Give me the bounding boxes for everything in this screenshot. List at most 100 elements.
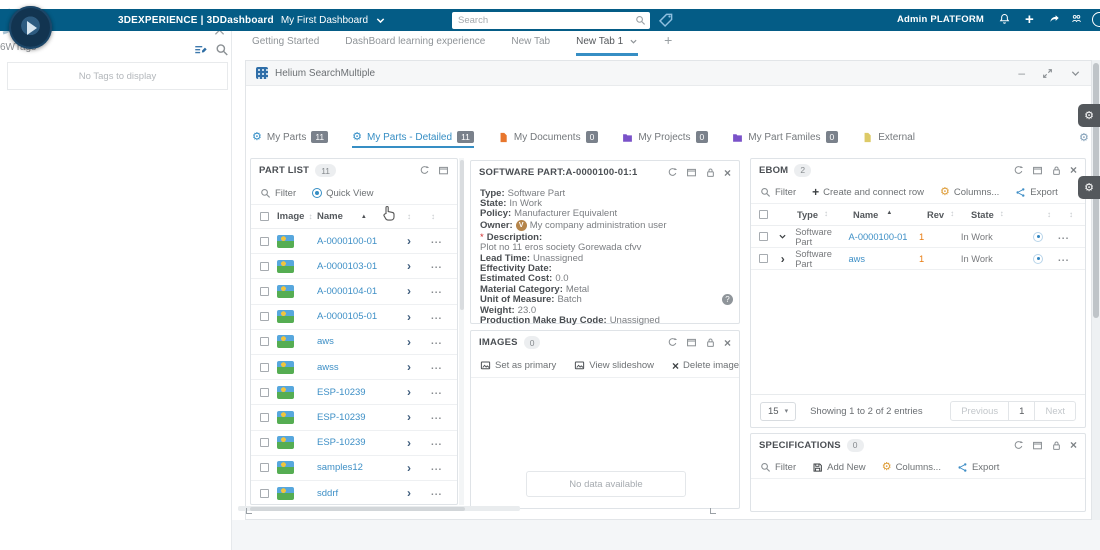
- sort-icon[interactable]: ↕: [950, 210, 954, 220]
- popup-window-icon[interactable]: [1032, 440, 1043, 451]
- resize-handle[interactable]: [710, 508, 716, 514]
- scrollbar-thumb[interactable]: [250, 507, 465, 511]
- row-menu-ellipsis-icon[interactable]: ...: [1058, 234, 1069, 240]
- columns-button[interactable]: ⚙ Columns...: [940, 187, 999, 198]
- part-row[interactable]: A-0000104-01 › ...: [251, 279, 457, 304]
- row-menu-ellipsis-icon[interactable]: ...: [431, 414, 442, 420]
- columns-button[interactable]: ⚙ Columns...: [882, 462, 941, 473]
- sort-icon[interactable]: ↕: [1000, 210, 1004, 220]
- scrollbar-thumb[interactable]: [460, 160, 464, 310]
- sort-icon[interactable]: ↕: [824, 210, 828, 220]
- part-name-link[interactable]: sddrf: [317, 488, 338, 499]
- refresh-icon[interactable]: [419, 165, 430, 176]
- part-name-link[interactable]: ESP-10239: [317, 387, 366, 398]
- widget-titlebar[interactable]: Helium SearchMultiple –: [246, 61, 1091, 86]
- expand-chevron-right-icon[interactable]: ›: [407, 261, 411, 271]
- tab-bar-settings-gear-icon[interactable]: ⚙: [1079, 133, 1089, 144]
- part-row[interactable]: A-0000100-01 › ...: [251, 229, 457, 254]
- ebom-row[interactable]: › Software Part aws 1 In Work ...: [751, 248, 1085, 270]
- row-checkbox[interactable]: [260, 262, 269, 271]
- maximize-widget-icon[interactable]: [1042, 68, 1053, 79]
- part-row[interactable]: A-0000105-01 › ...: [251, 305, 457, 330]
- row-checkbox[interactable]: [260, 388, 269, 397]
- refresh-icon[interactable]: [667, 167, 678, 178]
- sort-ascending-icon[interactable]: ▲: [361, 214, 367, 220]
- row-checkbox[interactable]: [260, 237, 269, 246]
- row-menu-ellipsis-icon[interactable]: ...: [431, 238, 442, 244]
- collapse-chevron-down-icon[interactable]: [778, 232, 787, 241]
- cell-name-link[interactable]: A-0000100-01: [849, 232, 908, 242]
- row-checkbox[interactable]: [260, 438, 269, 447]
- column-header-name[interactable]: Name: [317, 211, 343, 222]
- close-panel-icon[interactable]: ×: [1070, 440, 1077, 450]
- close-panel-icon[interactable]: ×: [724, 168, 731, 178]
- sort-ascending-icon[interactable]: ▲: [886, 210, 892, 220]
- expand-chevron-right-icon[interactable]: ›: [407, 362, 411, 372]
- refresh-icon[interactable]: [667, 337, 678, 348]
- part-name-link[interactable]: A-0000104-01: [317, 286, 377, 297]
- tab-getting-started[interactable]: Getting Started: [252, 36, 319, 56]
- lock-icon[interactable]: [1051, 165, 1062, 176]
- part-row[interactable]: aws › ...: [251, 330, 457, 355]
- delete-image-button[interactable]: × Delete image: [672, 360, 739, 371]
- column-header-rev[interactable]: Rev: [927, 210, 944, 220]
- part-row[interactable]: awss › ...: [251, 355, 457, 380]
- tab-new-tab[interactable]: New Tab: [511, 36, 550, 56]
- lock-icon[interactable]: [1051, 440, 1062, 451]
- sort-icon[interactable]: ↕: [1047, 211, 1051, 219]
- tab-my-parts-detailed[interactable]: ⚙ My Parts - Detailed 11: [352, 131, 474, 148]
- row-menu-ellipsis-icon[interactable]: ...: [1058, 256, 1069, 262]
- owner-avatar[interactable]: V: [516, 220, 527, 231]
- select-all-checkbox[interactable]: [260, 212, 269, 221]
- part-name-link[interactable]: A-0000103-01: [317, 261, 377, 272]
- add-tab-button[interactable]: +: [664, 34, 672, 46]
- tab-dashboard-learning[interactable]: DashBoard learning experience: [345, 36, 485, 56]
- tab-my-projects[interactable]: My Projects 0: [622, 131, 708, 148]
- expand-chevron-right-icon[interactable]: ›: [407, 488, 411, 498]
- column-header-type[interactable]: Type: [797, 210, 818, 220]
- 6wtags-toggle-icon[interactable]: [658, 12, 674, 28]
- row-menu-ellipsis-icon[interactable]: ...: [431, 339, 442, 345]
- global-search[interactable]: [452, 12, 650, 29]
- expand-chevron-right-icon[interactable]: ›: [407, 412, 411, 422]
- expand-chevron-right-icon[interactable]: ›: [407, 463, 411, 473]
- expand-chevron-right-icon[interactable]: ›: [781, 254, 785, 264]
- row-checkbox[interactable]: [260, 337, 269, 346]
- sort-icon[interactable]: ↕: [308, 213, 312, 221]
- quick-view-toggle[interactable]: Quick View: [312, 188, 373, 199]
- help-icon[interactable]: [1092, 12, 1100, 27]
- part-name-link[interactable]: ESP-10239: [317, 437, 366, 448]
- sort-icon[interactable]: ↕: [431, 213, 435, 221]
- part-name-link[interactable]: A-0000100-01: [317, 236, 377, 247]
- close-panel-icon[interactable]: ×: [1070, 165, 1077, 175]
- content-horizontal-scrollbar[interactable]: [238, 506, 520, 511]
- row-checkbox[interactable]: [759, 254, 768, 263]
- add-content-plus-icon[interactable]: +: [1025, 13, 1034, 27]
- part-row[interactable]: samples12 › ...: [251, 456, 457, 481]
- popup-window-icon[interactable]: [686, 167, 697, 178]
- row-radio-icon[interactable]: [1033, 232, 1043, 242]
- sort-icon[interactable]: ↕: [407, 213, 411, 221]
- search-tags-icon[interactable]: [215, 43, 229, 57]
- view-slideshow-button[interactable]: View slideshow: [574, 360, 654, 371]
- expand-chevron-right-icon[interactable]: ›: [407, 312, 411, 322]
- expand-chevron-right-icon[interactable]: ›: [407, 286, 411, 296]
- search-input[interactable]: [458, 15, 635, 26]
- search-icon[interactable]: [635, 15, 646, 26]
- expand-chevron-right-icon[interactable]: ›: [407, 438, 411, 448]
- filter-button[interactable]: Filter: [760, 187, 796, 198]
- panel-settings-gear-tab[interactable]: ⚙: [1078, 176, 1100, 199]
- row-menu-ellipsis-icon[interactable]: ...: [431, 389, 442, 395]
- widget-settings-gear-tab[interactable]: ⚙: [1078, 104, 1100, 127]
- user-name[interactable]: Admin PLATFORM: [872, 9, 984, 31]
- resize-handle[interactable]: [246, 508, 252, 514]
- dashboard-name[interactable]: My First Dashboard: [281, 15, 368, 26]
- part-name-link[interactable]: awss: [317, 362, 339, 373]
- widget-menu-chevron-down-icon[interactable]: [1070, 68, 1081, 79]
- column-header-image[interactable]: Image: [277, 211, 304, 222]
- select-all-checkbox[interactable]: [759, 210, 768, 219]
- row-menu-ellipsis-icon[interactable]: ...: [431, 364, 442, 370]
- sort-icon[interactable]: ↕: [1069, 211, 1073, 219]
- row-checkbox[interactable]: [260, 463, 269, 472]
- row-checkbox[interactable]: [260, 312, 269, 321]
